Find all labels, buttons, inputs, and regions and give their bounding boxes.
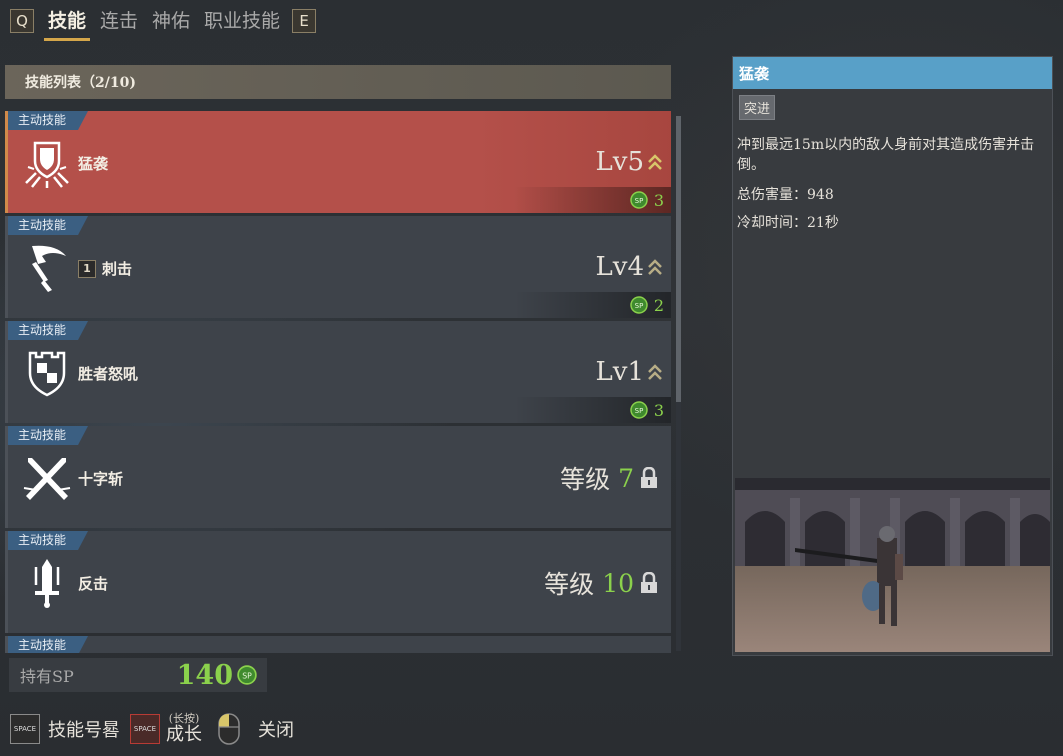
skill-level: Lv5 <box>596 147 663 177</box>
svg-text:SP: SP <box>634 197 643 205</box>
counter-sword-icon <box>34 559 60 608</box>
top-nav: Q 技能 连击 神佑 职业技能 E <box>10 4 317 41</box>
skill-row-2[interactable]: 主动技能 1 刺击 Lv4 SP 2 <box>5 216 671 318</box>
castle-shield-icon <box>28 351 66 397</box>
unlock-requirement: 等级 7 <box>560 460 658 496</box>
skill-type-tag: 主动技能 <box>8 321 88 340</box>
tab-combo[interactable]: 连击 <box>100 6 138 37</box>
skill-row-1[interactable]: 主动技能 猛袭 Lv5 SP 3 <box>5 111 671 213</box>
skill-attribute-chip: 突进 <box>739 95 776 120</box>
lock-icon <box>641 467 657 488</box>
detail-title: 猛袭 <box>733 57 1052 89</box>
owned-sp-label: 持有SP <box>20 667 74 686</box>
skill-name: 1 刺击 <box>78 258 132 279</box>
skill-row-6[interactable]: 主动技能 <box>5 636 671 653</box>
skill-description: 冲到最远15m以内的敌人身前对其造成伤害并击倒。 <box>737 137 1035 173</box>
skill-type-tag: 主动技能 <box>8 426 88 445</box>
skill-level: Lv4 <box>596 252 663 282</box>
curved-blade-icon <box>32 245 66 292</box>
skill-name: 猛袭 <box>78 155 109 173</box>
skill-level: Lv1 <box>596 357 663 387</box>
svg-text:SP: SP <box>242 671 252 680</box>
owned-sp: 持有SP 140 SP <box>9 658 267 692</box>
space-key-grow[interactable]: SPACE <box>130 714 160 744</box>
skill-type-tag: 主动技能 <box>8 531 88 550</box>
hotkey-slot: 1 <box>78 259 96 278</box>
skill-row-4[interactable]: 主动技能 十字斩 等级 7 <box>5 426 671 528</box>
skill-preview-video[interactable] <box>735 478 1050 652</box>
prev-tab-key[interactable]: Q <box>10 9 34 33</box>
lock-icon <box>641 572 657 593</box>
sp-icon: SP <box>630 296 648 314</box>
total-damage: 总伤害量：948 <box>737 187 834 203</box>
skill-list-title: 技能列表（2/10) <box>25 75 136 91</box>
skill-row-5[interactable]: 主动技能 反击 等级 10 <box>5 531 671 633</box>
register-hint[interactable]: 技能号晷 <box>48 716 120 742</box>
cooldown-time: 冷却时间：21秒 <box>737 215 839 231</box>
skill-detail-panel: 猛袭 突进 冲到最远15m以内的敌人身前对其造成伤害并击倒。 总伤害量：948 … <box>732 56 1053 656</box>
sp-cost: SP 3 <box>514 397 671 423</box>
sp-icon: SP <box>630 401 648 419</box>
svg-text:SP: SP <box>634 407 643 415</box>
sp-cost: SP 2 <box>514 292 671 318</box>
sp-cost: SP 3 <box>514 187 671 213</box>
skill-list: 主动技能 猛袭 Lv5 SP 3 主动技能 1 刺击 Lv4 SP 2 主动技能… <box>5 111 671 653</box>
grow-hint[interactable]: (长按) 成长 <box>166 713 202 745</box>
skill-name: 反击 <box>78 575 109 593</box>
tab-blessing[interactable]: 神佑 <box>152 6 190 37</box>
owned-sp-value: 140 <box>176 659 233 691</box>
skill-type-tag: 主动技能 <box>8 636 88 653</box>
upgrade-chevron-icon[interactable] <box>648 363 662 381</box>
upgrade-chevron-icon[interactable] <box>648 258 662 276</box>
space-key-register[interactable]: SPACE <box>10 714 40 744</box>
skill-list-header: 技能列表（2/10) <box>5 65 671 99</box>
tab-class-skills[interactable]: 职业技能 <box>204 6 280 37</box>
upgrade-chevron-icon[interactable] <box>648 153 662 171</box>
mouse-right-click-icon <box>218 713 240 745</box>
skill-name: 胜者怒吼 <box>78 365 139 383</box>
skill-name: 十字斩 <box>78 470 124 488</box>
close-hint[interactable]: 关闭 <box>258 716 294 742</box>
shield-burst-icon <box>25 141 69 188</box>
skill-type-tag: 主动技能 <box>8 216 88 235</box>
svg-text:SP: SP <box>634 302 643 310</box>
list-scrollbar-thumb[interactable] <box>676 116 681 402</box>
next-tab-key[interactable]: E <box>292 9 317 33</box>
unlock-requirement: 等级 10 <box>544 565 658 601</box>
skill-row-3[interactable]: 主动技能 胜者怒吼 Lv1 SP 3 <box>5 321 671 423</box>
key-hints: SPACE 技能号晷 SPACE (长按) 成长 关闭 <box>10 713 304 745</box>
tab-skills[interactable]: 技能 <box>43 6 91 41</box>
sp-icon: SP <box>630 191 648 209</box>
sp-icon: SP <box>237 665 257 685</box>
cross-slash-icon <box>23 458 71 500</box>
skill-type-tag: 主动技能 <box>8 111 88 130</box>
